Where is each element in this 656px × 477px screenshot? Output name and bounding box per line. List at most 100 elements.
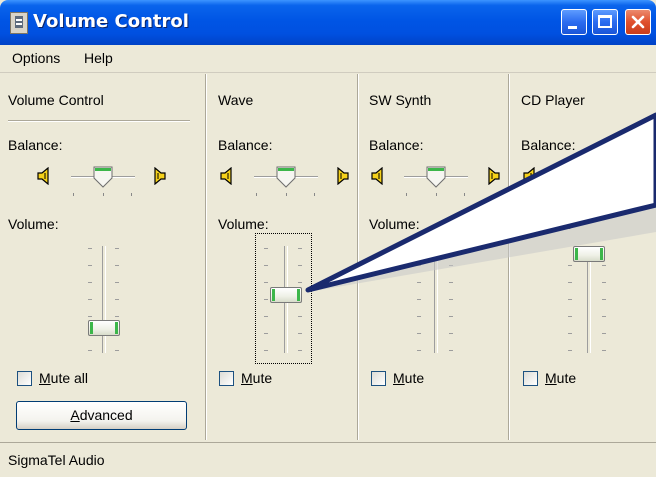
minimize-button[interactable]: [561, 9, 587, 35]
balance-tick: [406, 193, 407, 196]
callout-pointer: [305, 112, 656, 293]
mute-label[interactable]: Mute: [241, 370, 272, 386]
volume-tick: [88, 316, 92, 317]
volume-tick: [417, 333, 421, 334]
volume-tick: [449, 333, 453, 334]
volume-tick: [264, 265, 268, 266]
volume-tick: [298, 316, 302, 317]
advanced-button-text: dvanced: [79, 407, 133, 423]
volume-tick: [115, 316, 119, 317]
mute-label[interactable]: Mute: [545, 370, 576, 386]
mute-all-checkbox[interactable]: [17, 371, 32, 386]
volume-slider-thumb[interactable]: [88, 320, 120, 336]
volume-tick: [568, 350, 572, 351]
volume-tick: [568, 282, 572, 283]
menu-help[interactable]: Help: [84, 50, 113, 66]
balance-slider-thumb[interactable]: [93, 166, 113, 188]
callout-shadow: [308, 142, 656, 292]
volume-tick: [298, 265, 302, 266]
volume-track[interactable]: [102, 246, 106, 353]
volume-tick: [417, 265, 421, 266]
mute-label-text: ute: [556, 370, 577, 386]
mute-all-label-text: ute all: [50, 370, 89, 386]
mute-checkbox[interactable]: [371, 371, 386, 386]
menu-options[interactable]: Options: [12, 50, 60, 66]
volume-tick: [88, 299, 92, 300]
mute-label[interactable]: Mute: [393, 370, 424, 386]
column-divider: [508, 74, 510, 440]
balance-tick: [103, 193, 104, 196]
balance-label: Balance:: [8, 137, 63, 153]
volume-tick: [449, 350, 453, 351]
balance-slider-thumb[interactable]: [426, 166, 446, 188]
volume-tick: [602, 316, 606, 317]
volume-tick: [298, 282, 302, 283]
speaker-left-icon: [523, 167, 535, 185]
column-name-wave: Wave: [218, 92, 254, 108]
volume-control-app-icon: [10, 12, 28, 34]
title-bar[interactable]: Volume Control: [0, 0, 656, 45]
speaker-left-icon: [37, 167, 49, 185]
balance-tick: [131, 193, 132, 196]
advanced-button[interactable]: Advanced: [16, 401, 187, 430]
volume-tick: [602, 333, 606, 334]
column-name-sw-synth: SW Synth: [369, 92, 432, 108]
volume-tick: [115, 350, 119, 351]
mute-all-label[interactable]: Mute all: [39, 370, 88, 386]
volume-tick: [115, 248, 119, 249]
maximize-button[interactable]: [592, 9, 618, 35]
volume-tick: [298, 333, 302, 334]
close-icon: [631, 15, 645, 29]
status-bar: SigmaTel Audio: [0, 442, 656, 477]
balance-label: Balance:: [369, 137, 424, 153]
balance-label: Balance:: [521, 137, 576, 153]
speaker-right-icon: [337, 167, 349, 185]
volume-tick: [88, 350, 92, 351]
balance-tick: [256, 193, 257, 196]
volume-tick: [417, 316, 421, 317]
volume-tick: [264, 282, 268, 283]
volume-tick: [568, 299, 572, 300]
volume-tick: [88, 282, 92, 283]
volume-tick: [264, 248, 268, 249]
balance-slider-thumb[interactable]: [276, 166, 296, 188]
speaker-right-icon: [488, 167, 500, 185]
volume-tick: [298, 350, 302, 351]
volume-slider-thumb[interactable]: [270, 287, 302, 303]
balance-tick: [73, 193, 74, 196]
volume-tick: [264, 333, 268, 334]
volume-tick: [298, 248, 302, 249]
close-button[interactable]: [625, 9, 651, 35]
volume-tick: [602, 350, 606, 351]
volume-label: Volume:: [369, 216, 420, 232]
balance-tick: [286, 193, 287, 196]
volume-tick: [417, 282, 421, 283]
speaker-left-icon: [371, 167, 383, 185]
column-name-cd-player: CD Player: [521, 92, 585, 108]
maximize-icon: [598, 15, 612, 28]
column-divider: [357, 74, 359, 440]
mute-label-text: ute: [252, 370, 273, 386]
volume-slider-thumb[interactable]: [573, 246, 605, 262]
volume-tick: [417, 350, 421, 351]
volume-label: Volume:: [521, 216, 572, 232]
volume-tick: [568, 333, 572, 334]
volume-tick: [602, 282, 606, 283]
volume-tick: [417, 299, 421, 300]
volume-tick: [115, 299, 119, 300]
volume-tick: [449, 265, 453, 266]
column-divider: [205, 74, 207, 440]
volume-tick: [449, 316, 453, 317]
balance-tick: [314, 193, 315, 196]
balance-tick: [436, 193, 437, 196]
mute-checkbox[interactable]: [523, 371, 538, 386]
mute-checkbox[interactable]: [219, 371, 234, 386]
volume-track[interactable]: [587, 246, 591, 353]
volume-tick: [568, 265, 572, 266]
volume-label: Volume:: [218, 216, 269, 232]
balance-track[interactable]: [556, 176, 620, 178]
volume-track[interactable]: [434, 246, 438, 353]
volume-tick: [115, 282, 119, 283]
volume-tick: [115, 265, 119, 266]
volume-tick: [264, 299, 268, 300]
